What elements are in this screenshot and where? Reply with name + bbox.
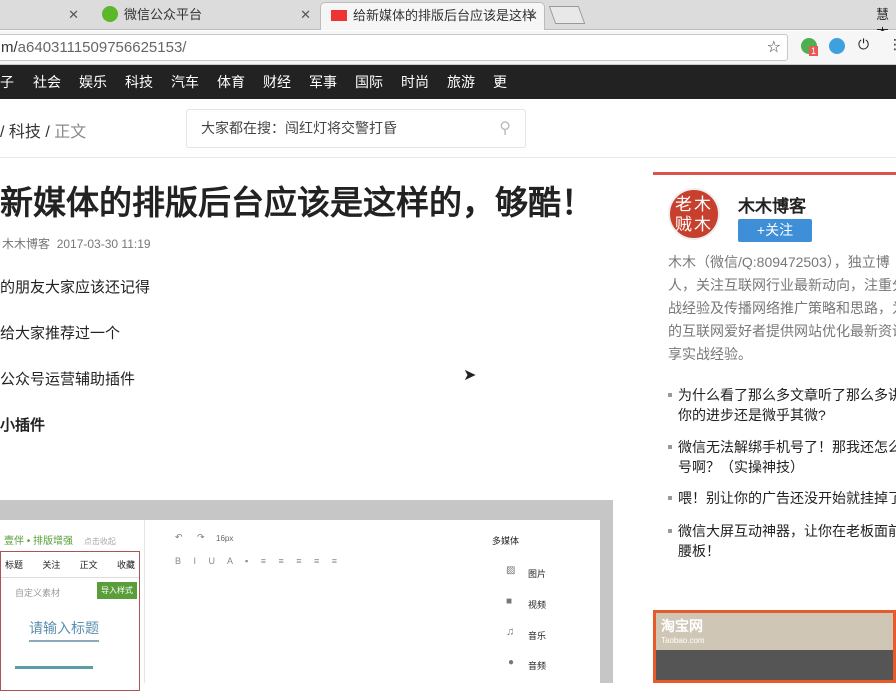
nav-item[interactable]: 社会 <box>33 65 61 99</box>
article-image: 壹伴 • 排版增强 点击收起 标题 关注 正文 收藏 自定义素材 导入样式 请输入标题… <box>0 500 613 691</box>
avatar[interactable]: 老木贼木 <box>668 188 720 240</box>
star-icon[interactable]: ☆ <box>767 35 781 60</box>
nav-item[interactable]: 国际 <box>355 65 383 99</box>
power-icon[interactable]: ⏻ <box>858 36 869 53</box>
related-article[interactable]: 喂！别让你的广告还没开始就挂掉了 <box>668 488 896 508</box>
search-input[interactable]: 大家都在搜：闯红灯将交警打昏 ⚲ <box>186 109 526 148</box>
address-bar: m/a6403111509756625153/☆ 1 ⏻ ⋮ <box>0 31 896 65</box>
chevron-down-icon: ⌄ <box>493 76 502 87</box>
related-article[interactable]: 微信大屏互动神器，让你在老板面前 腰板！ <box>668 521 896 561</box>
article-title: 新媒体的排版后台应该是这样的，够酷！ <box>0 184 594 221</box>
nav-item[interactable]: 汽车 <box>171 65 199 99</box>
tab-wechat[interactable]: 微信公众平台 ✕ <box>92 2 317 30</box>
article-meta: 木木博客 2017-03-30 11:19 <box>2 237 151 251</box>
related-article[interactable]: 为什么看了那么多文章听了那么多讲 你的进步还是微乎其微? <box>668 385 896 425</box>
breadcrumb-current: 正文 <box>54 124 87 141</box>
breadcrumb: / 科技 / 正文 <box>0 124 87 141</box>
paragraph: 的朋友大家应该还记得 <box>0 279 151 296</box>
follow-button[interactable]: +关注 <box>738 219 812 242</box>
taobao-logo: 淘宝网 Taobao.com <box>661 618 705 645</box>
menu-icon[interactable]: ⋮ <box>888 36 896 53</box>
toutiao-icon <box>331 10 347 21</box>
author-link[interactable]: 木木博客 <box>2 237 50 251</box>
mouse-cursor-icon: ➤ <box>463 367 477 384</box>
nav-item[interactable]: 子 <box>0 65 14 99</box>
search-icon[interactable]: ⚲ <box>499 110 511 147</box>
nav-item[interactable]: 军事 <box>309 65 337 99</box>
editor-screenshot: 壹伴 • 排版增强 点击收起 标题 关注 正文 收藏 自定义素材 导入样式 请输入标题… <box>0 520 600 691</box>
v-extension-icon[interactable] <box>829 38 845 54</box>
taobao-ad[interactable]: 淘宝网 Taobao.com <box>653 610 896 683</box>
channel-nav: 子 社会 娱乐 科技 汽车 体育 财经 军事 国际 时尚 旅游 更多 ⌄ <box>0 65 896 124</box>
close-icon[interactable]: ✕ <box>527 3 538 29</box>
nav-item[interactable]: 体育 <box>217 65 245 99</box>
tab-article[interactable]: 给新媒体的排版后台应该是这样的✕ <box>320 2 545 49</box>
image-icon: ▨ <box>506 565 516 576</box>
nav-item[interactable]: 旅游 <box>447 65 475 99</box>
nav-item[interactable]: 时尚 <box>401 65 429 99</box>
related-article[interactable]: 微信无法解绑手机号了！那我还怎么 号啊？（实操神技） <box>668 437 896 477</box>
tab[interactable]: ✕ <box>0 2 85 30</box>
new-tab-button[interactable] <box>548 6 586 24</box>
nav-item[interactable]: 财经 <box>263 65 291 99</box>
material-panel: 标题 关注 正文 收藏 自定义素材 导入样式 请输入标题 <box>0 551 140 691</box>
microphone-icon: ● <box>508 657 515 668</box>
close-icon[interactable]: ✕ <box>300 2 311 28</box>
video-icon: ■ <box>506 596 513 607</box>
breadcrumb-section[interactable]: 科技 <box>9 124 41 141</box>
sidebar-accent <box>653 172 896 175</box>
nav-item[interactable]: 科技 <box>125 65 153 99</box>
paragraph: 公众号运营辅助插件 <box>0 371 136 388</box>
nav-item[interactable]: 娱乐 <box>79 65 107 99</box>
author-bio: 木木（微信/Q:809472503），独立博 人，关注互联网行业最新动向，注重分战… <box>668 254 896 362</box>
tab-bar: ✕ 微信公众平台✕ 给新媒体的排版后台应该是这样的✕ 慧杰 <box>0 0 896 49</box>
url-input[interactable]: m/a6403111509756625153/☆ <box>0 34 788 61</box>
extension-badge: 1 <box>809 46 819 56</box>
author-name[interactable]: 木木博客 <box>738 192 806 217</box>
music-icon: ♫ <box>506 626 515 638</box>
close-icon[interactable]: ✕ <box>68 2 79 28</box>
paragraph: 小插件 <box>0 417 46 434</box>
paragraph: 给大家推荐过一个 <box>0 325 121 342</box>
wechat-icon <box>102 6 118 22</box>
divider <box>0 157 896 158</box>
